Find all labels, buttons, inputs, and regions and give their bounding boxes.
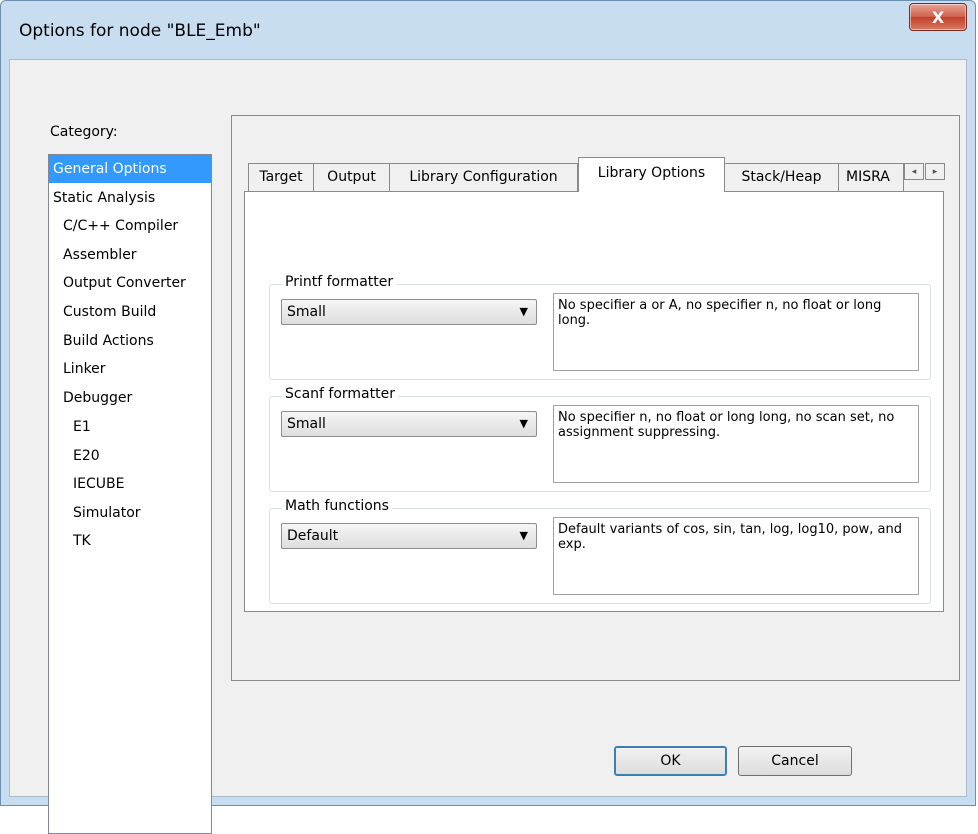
- category-item-assembler[interactable]: Assembler: [49, 241, 137, 269]
- scanf-formatter-title: Scanf formatter: [282, 386, 398, 402]
- tab-stack-heap[interactable]: Stack/Heap: [724, 163, 839, 191]
- math-functions-description: Default variants of cos, sin, tan, log, …: [553, 517, 919, 595]
- category-item-simulator[interactable]: Simulator: [49, 499, 141, 527]
- category-list[interactable]: General Options Static Analysis C/C++ Co…: [48, 154, 212, 834]
- printf-formatter-value: Small: [287, 304, 326, 320]
- tab-library-options[interactable]: Library Options: [578, 157, 725, 192]
- scanf-formatter-description: No specifier n, no float or long long, n…: [553, 405, 919, 483]
- printf-formatter-description: No specifier a or A, no specifier n, no …: [553, 293, 919, 371]
- math-functions-title: Math functions: [282, 498, 392, 514]
- scanf-formatter-group: Scanf formatter Small ▼ No specifier n, …: [269, 386, 931, 492]
- printf-formatter-group: Printf formatter Small ▼ No specifier a …: [269, 274, 931, 380]
- category-item-debugger[interactable]: Debugger: [49, 384, 132, 412]
- category-item-custom-build[interactable]: Custom Build: [49, 298, 156, 326]
- printf-formatter-title: Printf formatter: [282, 274, 397, 290]
- category-item-iecube[interactable]: IECUBE: [49, 470, 124, 498]
- dialog-title: Options for node "BLE_Emb": [19, 21, 261, 41]
- category-item-tk[interactable]: TK: [49, 527, 91, 555]
- scanf-formatter-select[interactable]: Small ▼: [281, 411, 537, 437]
- dropdown-arrow-icon: ▼: [519, 529, 528, 542]
- title-bar[interactable]: Options for node "BLE_Emb" X: [1, 1, 975, 61]
- tab-misra[interactable]: MISRA: [838, 163, 904, 191]
- tab-scroll-buttons: ◂ ▸: [904, 163, 946, 181]
- close-icon: X: [931, 7, 945, 27]
- tab-library-configuration[interactable]: Library Configuration: [389, 163, 578, 191]
- category-label: Category:: [50, 124, 118, 140]
- library-options-page: Printf formatter Small ▼ No specifier a …: [244, 191, 944, 612]
- math-functions-value: Default: [287, 528, 339, 544]
- category-item-output-converter[interactable]: Output Converter: [49, 269, 186, 297]
- tab-target[interactable]: Target: [248, 163, 314, 191]
- printf-formatter-select[interactable]: Small ▼: [281, 299, 537, 325]
- tab-scroll-left-icon[interactable]: ◂: [904, 163, 924, 180]
- category-item-e20[interactable]: E20: [49, 442, 100, 470]
- tab-scroll-right-icon[interactable]: ▸: [925, 163, 945, 180]
- category-item-e1[interactable]: E1: [49, 413, 91, 441]
- scanf-formatter-value: Small: [287, 416, 326, 432]
- category-item-build-actions[interactable]: Build Actions: [49, 327, 154, 355]
- tab-output[interactable]: Output: [313, 163, 390, 191]
- math-functions-group: Math functions Default ▼ Default variant…: [269, 498, 931, 604]
- category-item-c-cpp-compiler[interactable]: C/C++ Compiler: [49, 212, 178, 240]
- math-functions-select[interactable]: Default ▼: [281, 523, 537, 549]
- category-item-static-analysis[interactable]: Static Analysis: [49, 184, 155, 212]
- category-item-linker[interactable]: Linker: [49, 355, 106, 383]
- dropdown-arrow-icon: ▼: [519, 305, 528, 318]
- category-item-general-options[interactable]: General Options: [49, 155, 211, 183]
- ok-button[interactable]: OK: [614, 746, 727, 776]
- cancel-button[interactable]: Cancel: [738, 746, 852, 776]
- dropdown-arrow-icon: ▼: [519, 417, 528, 430]
- close-button[interactable]: X: [909, 3, 967, 31]
